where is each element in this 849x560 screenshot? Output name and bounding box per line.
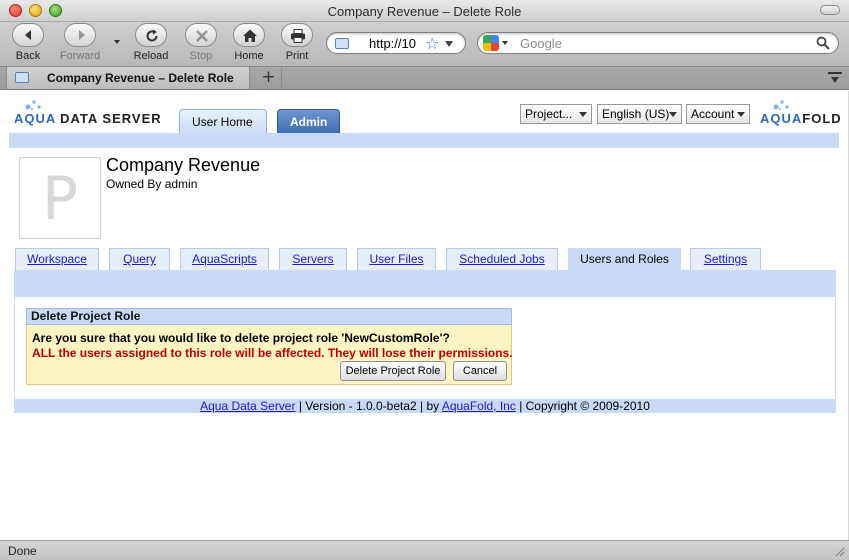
footer-company-link[interactable]: AquaFold, Inc (442, 399, 516, 413)
tab-settings-link[interactable]: Settings (704, 252, 747, 266)
home-button[interactable]: Home (225, 23, 273, 65)
tab-scheduled-jobs[interactable]: Scheduled Jobs (446, 248, 558, 270)
new-tab-button[interactable]: + (256, 68, 282, 88)
home-icon (233, 23, 265, 47)
forward-button[interactable]: Forward (56, 23, 104, 65)
dialog-question: Are you sure that you would like to dele… (32, 331, 450, 345)
language-select-value: English (US) (602, 107, 670, 121)
logo-dots-icon (25, 100, 41, 111)
logo-left-word-1: AQUA (14, 111, 57, 126)
url-text[interactable]: http://10 (369, 36, 423, 51)
tab-query-link[interactable]: Query (123, 252, 156, 266)
dialog-title: Delete Project Role (26, 308, 512, 325)
address-bar[interactable]: http://10 ☆ (326, 32, 466, 54)
logo-dots-icon (773, 100, 789, 111)
account-select[interactable]: Account (686, 104, 750, 124)
browser-toolbar: Back Forward Reload Stop Home Print http… (0, 22, 849, 66)
browser-tab-strip: Company Revenue – Delete Role + (0, 66, 849, 90)
footer-version: | Version - 1.0.0-beta2 | by (295, 399, 442, 413)
tab-user-files-link[interactable]: User Files (369, 252, 423, 266)
forward-icon (64, 23, 96, 47)
delete-role-dialog: Are you sure that you would like to dele… (26, 325, 513, 385)
chevron-down-icon (669, 112, 677, 117)
tab-user-home[interactable]: User Home (179, 109, 267, 134)
chevron-down-icon (579, 112, 587, 117)
aqua-data-server-logo[interactable]: AQUA DATA SERVER (14, 100, 162, 126)
toolbar-toggle-button[interactable] (820, 5, 840, 15)
search-bar[interactable]: Google (477, 32, 839, 54)
printer-icon (281, 23, 313, 47)
print-label: Print (285, 50, 309, 62)
project-title: Company Revenue (106, 155, 261, 175)
back-button[interactable]: Back (4, 23, 52, 65)
search-icon[interactable] (816, 36, 830, 53)
browser-tab-title: Company Revenue – Delete Role (47, 71, 234, 85)
tab-list-icon[interactable] (827, 71, 843, 85)
tab-servers[interactable]: Servers (279, 248, 347, 270)
status-bar: Done (0, 540, 849, 560)
cancel-button[interactable]: Cancel (453, 361, 507, 381)
stop-icon (185, 23, 217, 47)
tab-query[interactable]: Query (109, 248, 170, 270)
content-panel: Delete Project Role Are you sure that yo… (14, 270, 836, 400)
browser-tab[interactable]: Company Revenue – Delete Role (6, 67, 250, 89)
web-page: AQUA DATA SERVER User Home Admin Project… (0, 91, 849, 540)
chevron-down-icon (737, 112, 745, 117)
footer: Aqua Data Server | Version - 1.0.0-beta2… (14, 399, 836, 413)
footer-product-link[interactable]: Aqua Data Server (200, 399, 295, 413)
footer-copyright: | Copyright © 2009-2010 (515, 399, 650, 413)
logo-left-word-2: DATA SERVER (60, 111, 162, 126)
home-label: Home (234, 50, 264, 62)
tab-favicon-icon (15, 72, 29, 83)
tab-aquascripts-link[interactable]: AquaScripts (192, 252, 257, 266)
stop-button[interactable]: Stop (177, 23, 225, 65)
search-engine-dropdown-icon[interactable] (502, 41, 508, 45)
account-select-value: Account (691, 107, 735, 121)
header-band (9, 133, 839, 148)
dialog-warning: ALL the users assigned to this role will… (32, 346, 513, 360)
project-avatar-letter: P (41, 164, 79, 234)
back-icon (12, 23, 44, 47)
content-band (15, 271, 835, 297)
tab-settings[interactable]: Settings (690, 248, 761, 270)
tab-servers-link[interactable]: Servers (292, 252, 333, 266)
tab-aquascripts[interactable]: AquaScripts (180, 248, 269, 270)
tab-workspace-link[interactable]: Workspace (27, 252, 87, 266)
delete-project-role-button[interactable]: Delete Project Role (340, 361, 446, 381)
logo-right-text: AQUAFOLD (760, 111, 842, 126)
google-icon[interactable] (483, 35, 499, 51)
print-button[interactable]: Print (273, 23, 321, 65)
history-dropdown-icon[interactable] (114, 40, 120, 44)
reload-button[interactable]: Reload (127, 23, 175, 65)
forward-label: Forward (59, 50, 101, 62)
resize-grip-icon[interactable] (833, 545, 845, 557)
project-select-value: Project... (525, 107, 573, 121)
tab-scheduled-jobs-link[interactable]: Scheduled Jobs (459, 252, 544, 266)
window-title: Company Revenue – Delete Role (327, 4, 522, 19)
tab-workspace[interactable]: Workspace (15, 248, 99, 270)
search-input[interactable]: Google (520, 36, 562, 51)
language-select[interactable]: English (US) (597, 104, 682, 124)
reload-label: Reload (133, 50, 169, 62)
title-bar: Company Revenue – Delete Role (0, 0, 849, 22)
project-avatar: P (19, 157, 101, 239)
tab-admin[interactable]: Admin (277, 109, 340, 134)
back-label: Back (15, 50, 41, 62)
status-text: Done (8, 544, 37, 558)
bookmark-star-icon[interactable]: ☆ (425, 34, 439, 53)
page-favicon-icon (335, 38, 349, 49)
project-select[interactable]: Project... (520, 104, 592, 124)
stop-label: Stop (189, 50, 213, 62)
reload-icon (135, 23, 167, 47)
tab-user-files[interactable]: User Files (357, 248, 436, 270)
project-owner: Owned By admin (106, 177, 198, 191)
tab-users-and-roles[interactable]: Users and Roles (568, 248, 681, 270)
url-dropdown-icon[interactable] (445, 41, 453, 47)
